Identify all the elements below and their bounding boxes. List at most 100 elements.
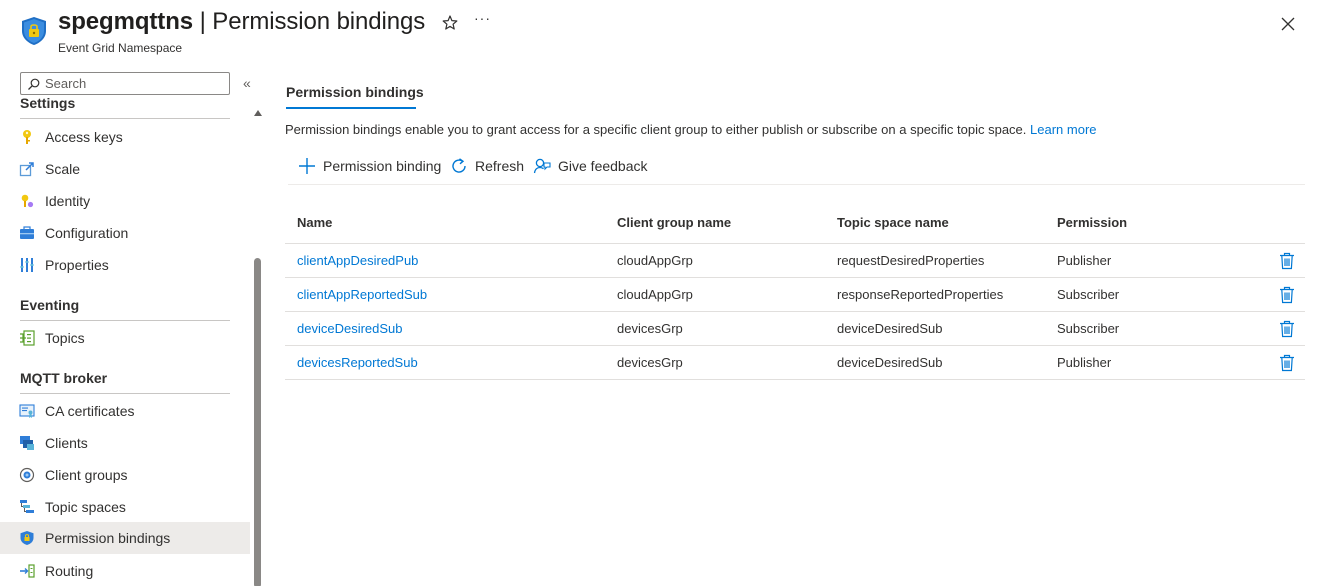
refresh-icon (452, 158, 466, 173)
binding-name-link[interactable]: deviceDesiredSub (297, 321, 403, 336)
column-header-client-group[interactable]: Client group name (617, 215, 731, 230)
topics-icon (20, 330, 35, 346)
delete-icon[interactable] (1279, 252, 1295, 270)
refresh-button-label: Refresh (475, 158, 525, 174)
scroll-thumb[interactable] (254, 258, 261, 586)
table-row: clientAppDesiredPub cloudAppGrp requestD… (285, 244, 1305, 278)
permission-bindings-table: Name Client group name Topic space name … (285, 206, 1305, 380)
sidebar-item-label: Topic spaces (45, 499, 126, 515)
nav-divider (20, 320, 230, 321)
add-permission-binding-button[interactable]: Permission binding (288, 150, 442, 182)
sidebar-item-label: Client groups (45, 467, 128, 483)
client-group-cell: cloudAppGrp (617, 253, 693, 268)
sidebar-item-client-groups[interactable]: Client groups (0, 459, 250, 491)
event-grid-shield-icon (22, 17, 46, 45)
sidebar-item-label: Permission bindings (45, 530, 171, 546)
certificate-icon (19, 404, 35, 418)
feedback-button-label: Give feedback (558, 158, 648, 174)
refresh-button[interactable]: Refresh (440, 150, 525, 182)
sidebar-item-label: Identity (45, 193, 91, 209)
page-header: spegmqttns | Permission bindings Event G… (0, 0, 1325, 62)
table-row: devicesReportedSub devicesGrp deviceDesi… (285, 346, 1305, 380)
table-row: deviceDesiredSub devicesGrp deviceDesire… (285, 312, 1305, 346)
table-header: Name Client group name Topic space name … (285, 206, 1305, 244)
plus-icon (299, 158, 315, 174)
favorite-star-icon[interactable] (441, 14, 459, 32)
sidebar-item-label: Configuration (45, 225, 129, 241)
topic-space-cell: deviceDesiredSub (837, 321, 943, 336)
scale-icon (19, 162, 34, 177)
tab-permission-bindings[interactable]: Permission bindings (286, 84, 424, 106)
add-button-label: Permission binding (323, 158, 442, 174)
sidebar-item-permission-bindings[interactable]: Permission bindings (0, 522, 250, 554)
key-icon (23, 130, 31, 144)
title-separator: | (193, 8, 213, 35)
section-mqtt-broker: MQTT broker (20, 370, 108, 386)
topic-spaces-icon (20, 500, 34, 513)
sidebar-item-label: Clients (45, 435, 88, 451)
permission-cell: Subscriber (1057, 321, 1120, 336)
permission-cell: Subscriber (1057, 287, 1120, 302)
section-settings: Settings (20, 96, 76, 111)
sidebar-search[interactable] (20, 72, 230, 95)
more-options-button[interactable]: ··· (474, 10, 491, 26)
delete-icon[interactable] (1279, 354, 1295, 372)
delete-icon[interactable] (1279, 286, 1295, 304)
sidebar-item-routing[interactable]: Routing (0, 555, 250, 586)
sidebar-item-access-keys[interactable]: Access keys (0, 121, 250, 153)
page-title: spegmqttns | Permission bindings (58, 8, 425, 36)
sidebar-item-scale[interactable]: Scale (0, 153, 250, 185)
sidebar-item-topic-spaces[interactable]: Topic spaces (0, 491, 250, 523)
binding-name-link[interactable]: devicesReportedSub (297, 355, 418, 370)
page-description: Permission bindings enable you to grant … (285, 122, 1097, 137)
sidebar-item-clients[interactable]: Clients (0, 427, 250, 459)
client-group-cell: devicesGrp (617, 355, 683, 370)
sidebar-item-properties[interactable]: Properties (0, 249, 250, 281)
resource-type: Event Grid Namespace (58, 41, 183, 55)
sidebar-item-label: Topics (45, 330, 85, 346)
scroll-up-arrow-icon[interactable] (254, 110, 262, 116)
sidebar-item-ca-certificates[interactable]: CA certificates (0, 395, 250, 427)
client-groups-icon (19, 467, 35, 483)
configuration-icon (20, 226, 34, 239)
permission-cell: Publisher (1057, 253, 1112, 268)
sidebar-item-label: CA certificates (45, 403, 135, 419)
sidebar-item-identity[interactable]: Identity (0, 185, 250, 217)
give-feedback-button[interactable]: Give feedback (523, 150, 648, 182)
nav-divider (20, 393, 230, 394)
sidebar-item-label: Access keys (45, 129, 123, 145)
sidebar-item-topics[interactable]: Topics (0, 322, 250, 354)
binding-name-link[interactable]: clientAppDesiredPub (297, 253, 418, 268)
column-header-name[interactable]: Name (297, 215, 332, 230)
routing-icon (20, 564, 35, 578)
topic-space-cell: responseReportedProperties (837, 287, 1004, 302)
sidebar-scrollbar[interactable] (253, 106, 262, 586)
active-tab-indicator (286, 107, 416, 109)
feedback-icon (533, 158, 551, 174)
learn-more-link[interactable]: Learn more (1030, 122, 1096, 137)
sidebar-item-label: Properties (45, 257, 109, 273)
nav-divider (20, 118, 230, 119)
permission-cell: Publisher (1057, 355, 1112, 370)
topic-space-cell: requestDesiredProperties (837, 253, 985, 268)
properties-icon (20, 258, 34, 272)
column-header-permission[interactable]: Permission (1057, 215, 1127, 230)
sidebar-item-label: Scale (45, 161, 81, 177)
sidebar-item-label: Routing (45, 563, 94, 579)
binding-name-link[interactable]: clientAppReportedSub (297, 287, 427, 302)
search-icon (28, 78, 40, 90)
client-group-cell: cloudAppGrp (617, 287, 693, 302)
column-header-topic-space[interactable]: Topic space name (837, 215, 949, 230)
client-group-cell: devicesGrp (617, 321, 683, 336)
shield-icon (20, 531, 34, 545)
close-icon[interactable] (1280, 16, 1296, 32)
delete-icon[interactable] (1279, 320, 1295, 338)
clients-icon (20, 436, 34, 450)
collapse-sidebar-button[interactable]: « (243, 75, 251, 91)
description-text: Permission bindings enable you to grant … (285, 122, 1027, 137)
sidebar-nav: Settings Access keys Scale Identity Conf… (0, 96, 250, 586)
sidebar-item-configuration[interactable]: Configuration (0, 217, 250, 249)
resource-name: spegmqttns (58, 8, 194, 35)
search-input[interactable] (45, 75, 225, 92)
toolbar-divider (288, 184, 1305, 185)
